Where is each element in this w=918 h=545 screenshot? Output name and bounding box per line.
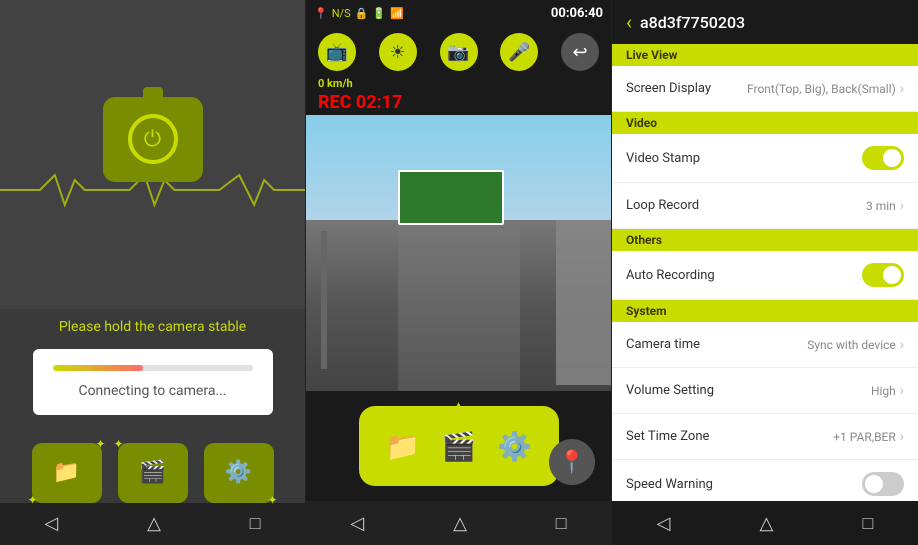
section-others: Others <box>612 229 918 251</box>
timezone-value: +1 PAR,BER › <box>833 429 904 445</box>
panel-settings: ‹ a8d3f7750203 Live View Screen Display … <box>612 0 918 545</box>
screen-tool[interactable]: 📺 <box>318 33 356 71</box>
time-display: 00:06:40 <box>551 6 603 21</box>
gps-text: N/S <box>332 7 351 20</box>
device-id-label: a8d3f7750203 <box>640 13 745 32</box>
camera-time-chevron: › <box>900 337 904 353</box>
volume-value: High › <box>871 383 904 399</box>
section-system: System <box>612 300 918 322</box>
lock-icon: 🔒 <box>355 7 369 20</box>
setting-timezone[interactable]: Set Time Zone +1 PAR,BER › <box>612 414 918 460</box>
panel-recording: 📍 N/S 🔒 🔋 📶 00:06:40 📺 ☀ 📷 🎤 ↩ 0 km/h RE… <box>306 0 612 545</box>
timezone-chevron: › <box>900 429 904 445</box>
settings-header: ‹ a8d3f7750203 <box>612 0 918 44</box>
speed-warning-toggle[interactable] <box>862 472 904 496</box>
hold-camera-text: Please hold the camera stable <box>59 319 246 335</box>
panel3-navbar: ◁ △ □ <box>612 501 918 545</box>
panel1-top <box>0 0 305 309</box>
sparkle1: ✦ <box>95 437 105 451</box>
screen-display-label: Screen Display <box>626 81 711 96</box>
auto-recording-label: Auto Recording <box>626 268 715 283</box>
power-circle <box>128 114 178 164</box>
bottom-icons-row: 📁 ✦ ✦ 🎬 ✦ ⚙️ ✦ <box>32 443 274 503</box>
sparkle2: ✦ <box>28 493 38 507</box>
swipe-up-hint: ▲ <box>449 395 469 420</box>
back-nav-p3[interactable]: ◁ <box>657 513 671 534</box>
sparkle3: ✦ <box>114 437 124 451</box>
section-video: Video <box>612 112 918 134</box>
panel1-bottom: Please hold the camera stable Connecting… <box>0 309 305 503</box>
person-icon: 📍 <box>558 450 585 475</box>
toolbar-row: 📺 ☀ 📷 🎤 ↩ <box>306 27 611 77</box>
video-area <box>306 115 611 391</box>
setting-loop-record[interactable]: Loop Record 3 min › <box>612 183 918 229</box>
panel2-footer: ▲ 📁 🎬 ⚙️ 📍 <box>306 391 611 501</box>
gps-icon: 📍 <box>314 7 328 20</box>
setting-screen-display[interactable]: Screen Display Front(Top, Big), Back(Sma… <box>612 66 918 112</box>
volume-label: Volume Setting <box>626 383 714 398</box>
loop-record-chevron: › <box>900 198 904 214</box>
setting-volume[interactable]: Volume Setting High › <box>612 368 918 414</box>
panel2-navbar: ◁ △ □ <box>306 501 611 545</box>
setting-speed-warning[interactable]: Speed Warning <box>612 460 918 501</box>
home-nav-p2[interactable]: △ <box>453 513 467 534</box>
recents-nav-p2[interactable]: □ <box>556 513 567 534</box>
video-icon-btn[interactable]: 🎬 ✦ <box>118 443 188 503</box>
connecting-text: Connecting to camera... <box>78 383 226 399</box>
setting-auto-recording[interactable]: Auto Recording <box>612 251 918 300</box>
setting-camera-time[interactable]: Camera time Sync with device › <box>612 322 918 368</box>
connecting-box: Connecting to camera... <box>33 349 273 415</box>
sparkle4: ✦ <box>267 493 277 507</box>
camera-icon <box>103 97 203 182</box>
rec-display: REC 02:17 <box>306 90 611 115</box>
panel-connecting: Please hold the camera stable Connecting… <box>0 0 306 545</box>
loop-record-value: 3 min › <box>866 198 904 214</box>
speed-warning-label: Speed Warning <box>626 477 713 492</box>
battery-icon: 🔋 <box>372 7 386 20</box>
home-nav-p1[interactable]: △ <box>147 513 161 534</box>
loop-record-label: Loop Record <box>626 198 699 213</box>
camera-time-value: Sync with device › <box>807 337 904 353</box>
panel1-navbar: ◁ △ □ <box>0 503 305 545</box>
files-icon-btn[interactable]: 📁 ✦ ✦ <box>32 443 102 503</box>
recents-nav-p1[interactable]: □ <box>250 513 261 534</box>
settings-list: Live View Screen Display Front(Top, Big)… <box>612 44 918 501</box>
settings-quick-btn[interactable]: ⚙️ <box>491 422 539 470</box>
signal-icon: 📶 <box>390 7 404 20</box>
camera-tool[interactable]: 📷 <box>440 33 478 71</box>
back-chevron-icon[interactable]: ‹ <box>626 10 632 34</box>
status-row: 📍 N/S 🔒 🔋 📶 <box>314 7 404 20</box>
panel2-header: 📍 N/S 🔒 🔋 📶 00:06:40 <box>306 0 611 27</box>
location-person-btn[interactable]: 📍 <box>549 439 595 485</box>
video-quick-btn[interactable]: 🎬 <box>435 422 483 470</box>
volume-chevron: › <box>900 383 904 399</box>
section-live-view: Live View <box>612 44 918 66</box>
screen-display-value: Front(Top, Big), Back(Small) › <box>747 81 904 97</box>
home-nav-p3[interactable]: △ <box>760 513 774 534</box>
auto-recording-toggle[interactable] <box>862 263 904 287</box>
brightness-tool[interactable]: ☀ <box>379 33 417 71</box>
road-view <box>306 115 611 391</box>
back-nav-p2[interactable]: ◁ <box>350 513 364 534</box>
progress-bar-fill <box>53 365 143 371</box>
timezone-label: Set Time Zone <box>626 429 709 444</box>
speed-display: 0 km/h <box>306 77 611 90</box>
mic-tool[interactable]: 🎤 <box>500 33 538 71</box>
video-stamp-label: Video Stamp <box>626 151 700 166</box>
camera-time-label: Camera time <box>626 337 700 352</box>
settings-icon-btn[interactable]: ⚙️ ✦ <box>204 443 274 503</box>
files-quick-btn[interactable]: 📁 <box>379 422 427 470</box>
back-nav-p1[interactable]: ◁ <box>44 513 58 534</box>
back-tool[interactable]: ↩ <box>561 33 599 71</box>
progress-bar-container <box>53 365 253 371</box>
recents-nav-p3[interactable]: □ <box>863 513 874 534</box>
video-stamp-toggle[interactable] <box>862 146 904 170</box>
setting-video-stamp[interactable]: Video Stamp <box>612 134 918 183</box>
screen-display-chevron: › <box>900 81 904 97</box>
